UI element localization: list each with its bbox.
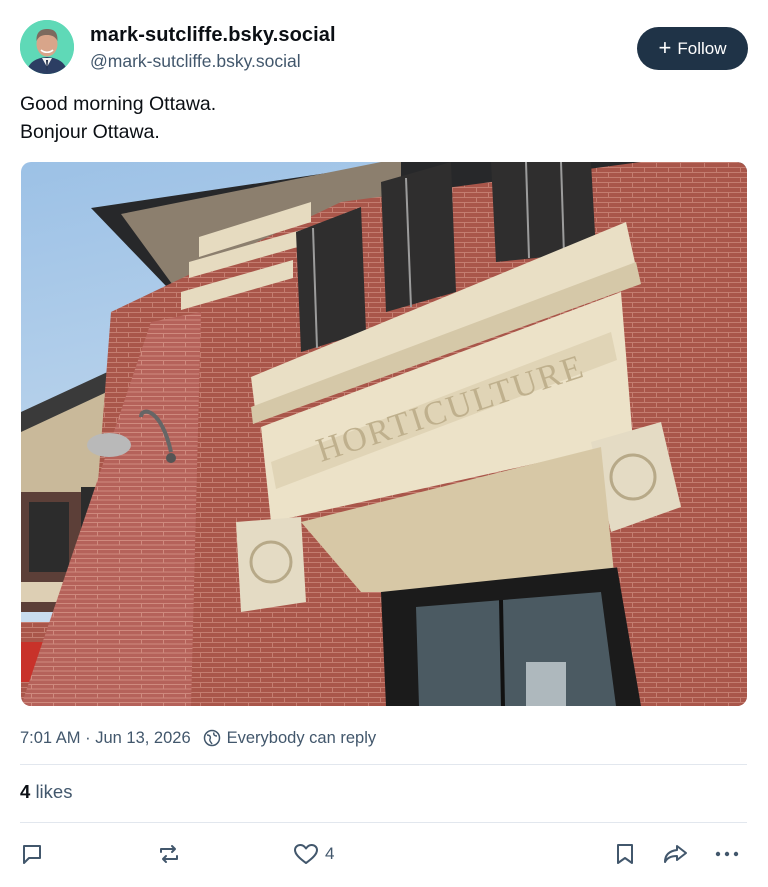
divider: [20, 822, 747, 823]
repost-button[interactable]: [156, 838, 182, 870]
more-options-button[interactable]: [714, 838, 740, 870]
author-display-name[interactable]: mark-sutcliffe.bsky.social: [90, 22, 336, 48]
building-photo-icon: HORTICULTURE: [21, 162, 747, 706]
author-handle[interactable]: @mark-sutcliffe.bsky.social: [90, 49, 336, 73]
more-icon: [715, 851, 739, 857]
like-button[interactable]: 4: [293, 838, 334, 870]
likes-count: 4: [20, 781, 31, 802]
divider: [20, 764, 747, 765]
reply-settings-label[interactable]: Everybody can reply: [227, 729, 377, 748]
likes-summary[interactable]: 4 likes: [20, 781, 72, 803]
reply-settings-icon: [203, 729, 221, 747]
bookmark-button[interactable]: [614, 838, 636, 870]
share-button[interactable]: [662, 838, 690, 870]
reply-button[interactable]: [20, 838, 44, 870]
avatar[interactable]: [20, 20, 74, 74]
like-count: 4: [325, 844, 335, 863]
bookmark-icon: [617, 844, 633, 864]
post-timestamp[interactable]: 7:01 AM · Jun 13, 2026: [20, 729, 191, 748]
follow-button[interactable]: + Follow: [637, 27, 748, 70]
person-avatar-icon: [20, 20, 74, 74]
post-meta: 7:01 AM · Jun 13, 2026 Everybody can rep…: [20, 726, 376, 750]
like-icon: [294, 844, 318, 864]
post-thread-view: mark-sutcliffe.bsky.social @mark-sutclif…: [0, 0, 768, 887]
likes-label: likes: [35, 781, 73, 802]
post-text-line: Good morning Ottawa.: [20, 93, 217, 115]
reply-icon: [23, 845, 41, 864]
post-header: mark-sutcliffe.bsky.social @mark-sutclif…: [20, 18, 748, 78]
repost-icon: [160, 845, 178, 863]
plus-icon: +: [658, 34, 672, 60]
post-actions: 4: [20, 838, 748, 870]
share-icon: [664, 845, 687, 863]
author-names: mark-sutcliffe.bsky.social @mark-sutclif…: [90, 22, 336, 73]
follow-label: Follow: [677, 38, 727, 58]
post-text-line: Bonjour Ottawa.: [20, 121, 160, 143]
post-image[interactable]: HORTICULTURE: [21, 162, 747, 706]
post-text: Good morning Ottawa. Bonjour Ottawa.: [20, 90, 216, 146]
